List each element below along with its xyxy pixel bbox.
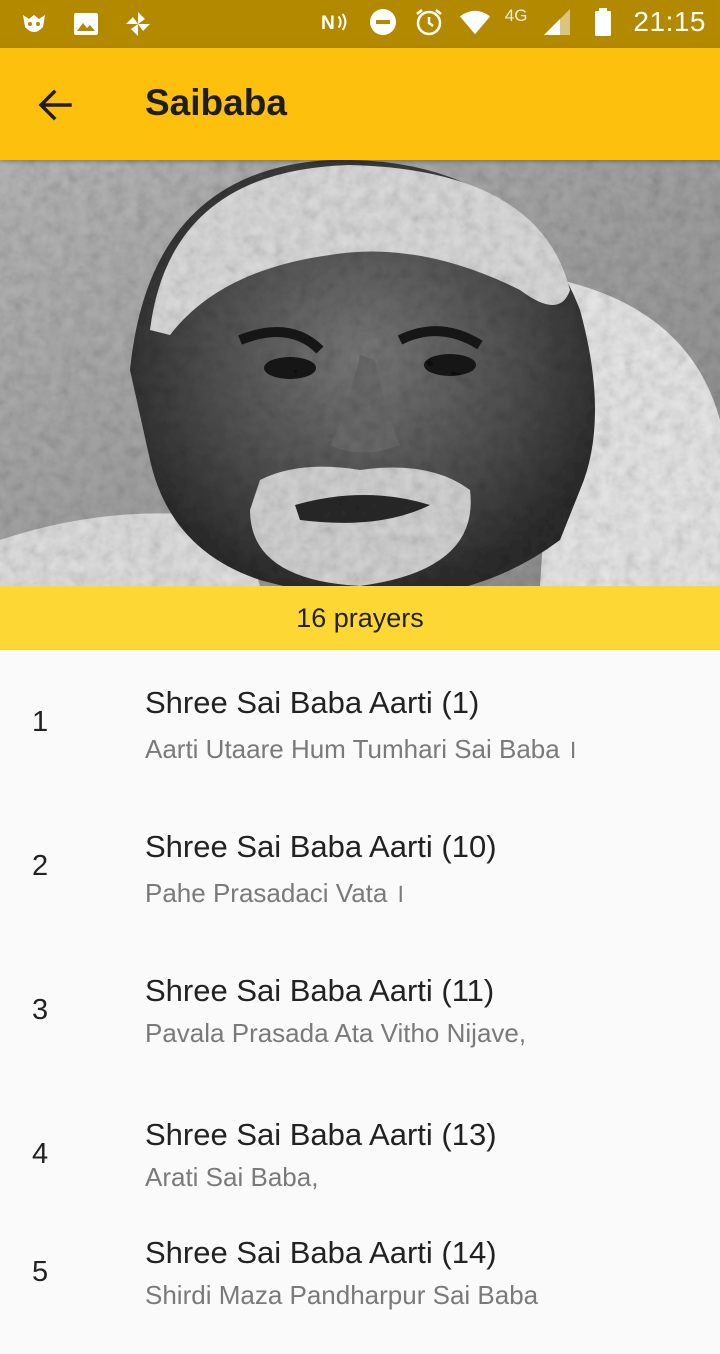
hero-image — [0, 160, 720, 586]
app-notification-icon — [18, 8, 50, 40]
item-title: Shree Sai Baba Aarti (14) — [145, 1235, 497, 1270]
svg-text:N: N — [321, 13, 335, 34]
cell-signal-icon — [541, 6, 573, 38]
page-title: Saibaba — [145, 82, 287, 123]
app-bar: Saibaba — [0, 48, 720, 160]
alarm-icon — [413, 6, 445, 38]
item-title: Shree Sai Baba Aarti (1) — [145, 685, 480, 720]
prayer-list: 1 Shree Sai Baba Aarti (1) Aarti Utaare … — [0, 650, 720, 1354]
list-item[interactable]: 2 Shree Sai Baba Aarti (10) Pahe Prasada… — [0, 794, 720, 938]
status-bar: N 4G 21:15 — [0, 0, 720, 48]
do-not-disturb-icon — [367, 6, 399, 38]
item-number: 4 — [32, 1138, 49, 1170]
image-icon — [70, 8, 102, 40]
item-number: 3 — [32, 994, 49, 1026]
wifi-icon — [459, 6, 491, 38]
item-number: 2 — [32, 850, 49, 882]
network-type-label: 4G — [504, 6, 528, 25]
item-number: 5 — [32, 1256, 49, 1288]
item-title: Shree Sai Baba Aarti (10) — [145, 829, 497, 864]
list-item[interactable]: 3 Shree Sai Baba Aarti (11) Pavala Prasa… — [0, 938, 720, 1082]
item-title: Shree Sai Baba Aarti (13) — [145, 1117, 497, 1152]
back-button[interactable] — [30, 80, 80, 130]
clock-time: 21:15 — [633, 6, 706, 37]
battery-icon — [587, 6, 619, 38]
arrow-back-icon — [38, 89, 72, 121]
item-title: Shree Sai Baba Aarti (11) — [145, 973, 495, 1008]
nfc-icon: N — [321, 6, 353, 38]
list-item[interactable]: 1 Shree Sai Baba Aarti (1) Aarti Utaare … — [0, 650, 720, 794]
item-subtitle: Shirdi Maza Pandharpur Sai Baba — [145, 1280, 539, 1310]
item-subtitle: Arati Sai Baba, — [145, 1162, 319, 1192]
item-subtitle: Pahe Prasadaci Vata । — [145, 878, 405, 908]
pinwheel-icon — [122, 8, 154, 40]
prayer-count-label: 16 prayers — [0, 586, 720, 650]
item-subtitle: Pavala Prasada Ata Vitho Nijave, — [145, 1018, 527, 1048]
item-number: 1 — [32, 706, 49, 738]
list-item[interactable]: 5 Shree Sai Baba Aarti (14) Shirdi Maza … — [0, 1200, 720, 1328]
item-subtitle: Aarti Utaare Hum Tumhari Sai Baba । — [145, 734, 577, 764]
